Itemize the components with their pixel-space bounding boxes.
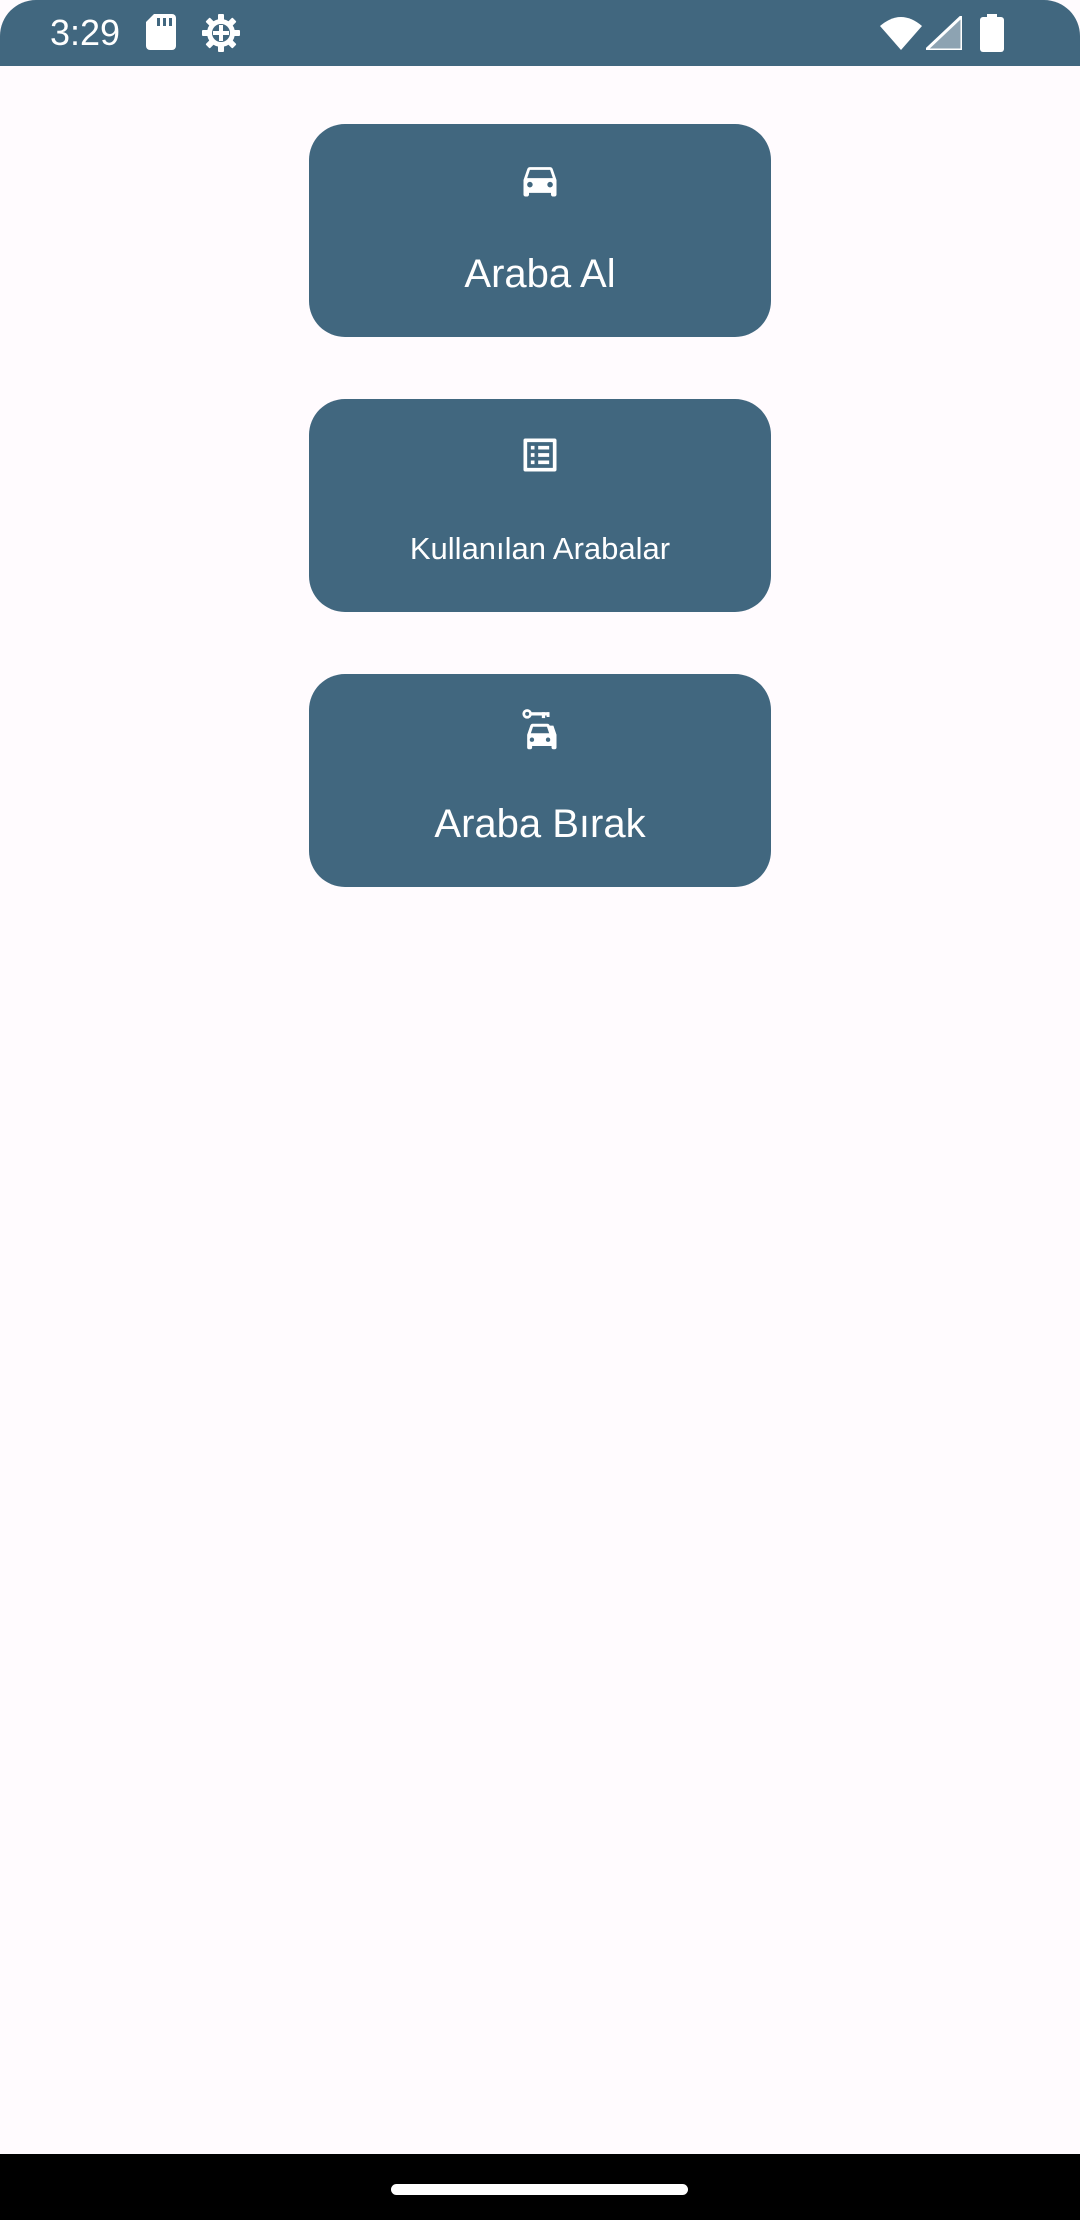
sd-card-icon xyxy=(146,14,176,50)
car-icon xyxy=(523,167,557,197)
battery-icon xyxy=(980,14,1004,52)
status-time: 3:29 xyxy=(50,12,121,53)
status-bar: 3:29 xyxy=(0,0,1080,66)
list-icon xyxy=(523,438,557,472)
araba-al-button[interactable]: Araba Al xyxy=(309,124,771,337)
wifi-icon xyxy=(880,17,922,50)
kullanilan-arabalar-label: Kullanılan Arabalar xyxy=(409,531,671,566)
araba-birak-button[interactable]: Araba Bırak xyxy=(309,674,771,887)
araba-al-label: Araba Al xyxy=(464,252,616,296)
home-gesture-handle[interactable] xyxy=(391,2184,688,2195)
kullanilan-arabalar-button[interactable]: Kullanılan Arabalar xyxy=(309,399,771,612)
cell-signal-icon xyxy=(926,16,962,50)
settings-gear-icon xyxy=(202,14,240,52)
araba-birak-label: Araba Bırak xyxy=(434,802,646,846)
navigation-bar xyxy=(0,2154,1080,2220)
car-key-icon xyxy=(522,709,557,750)
